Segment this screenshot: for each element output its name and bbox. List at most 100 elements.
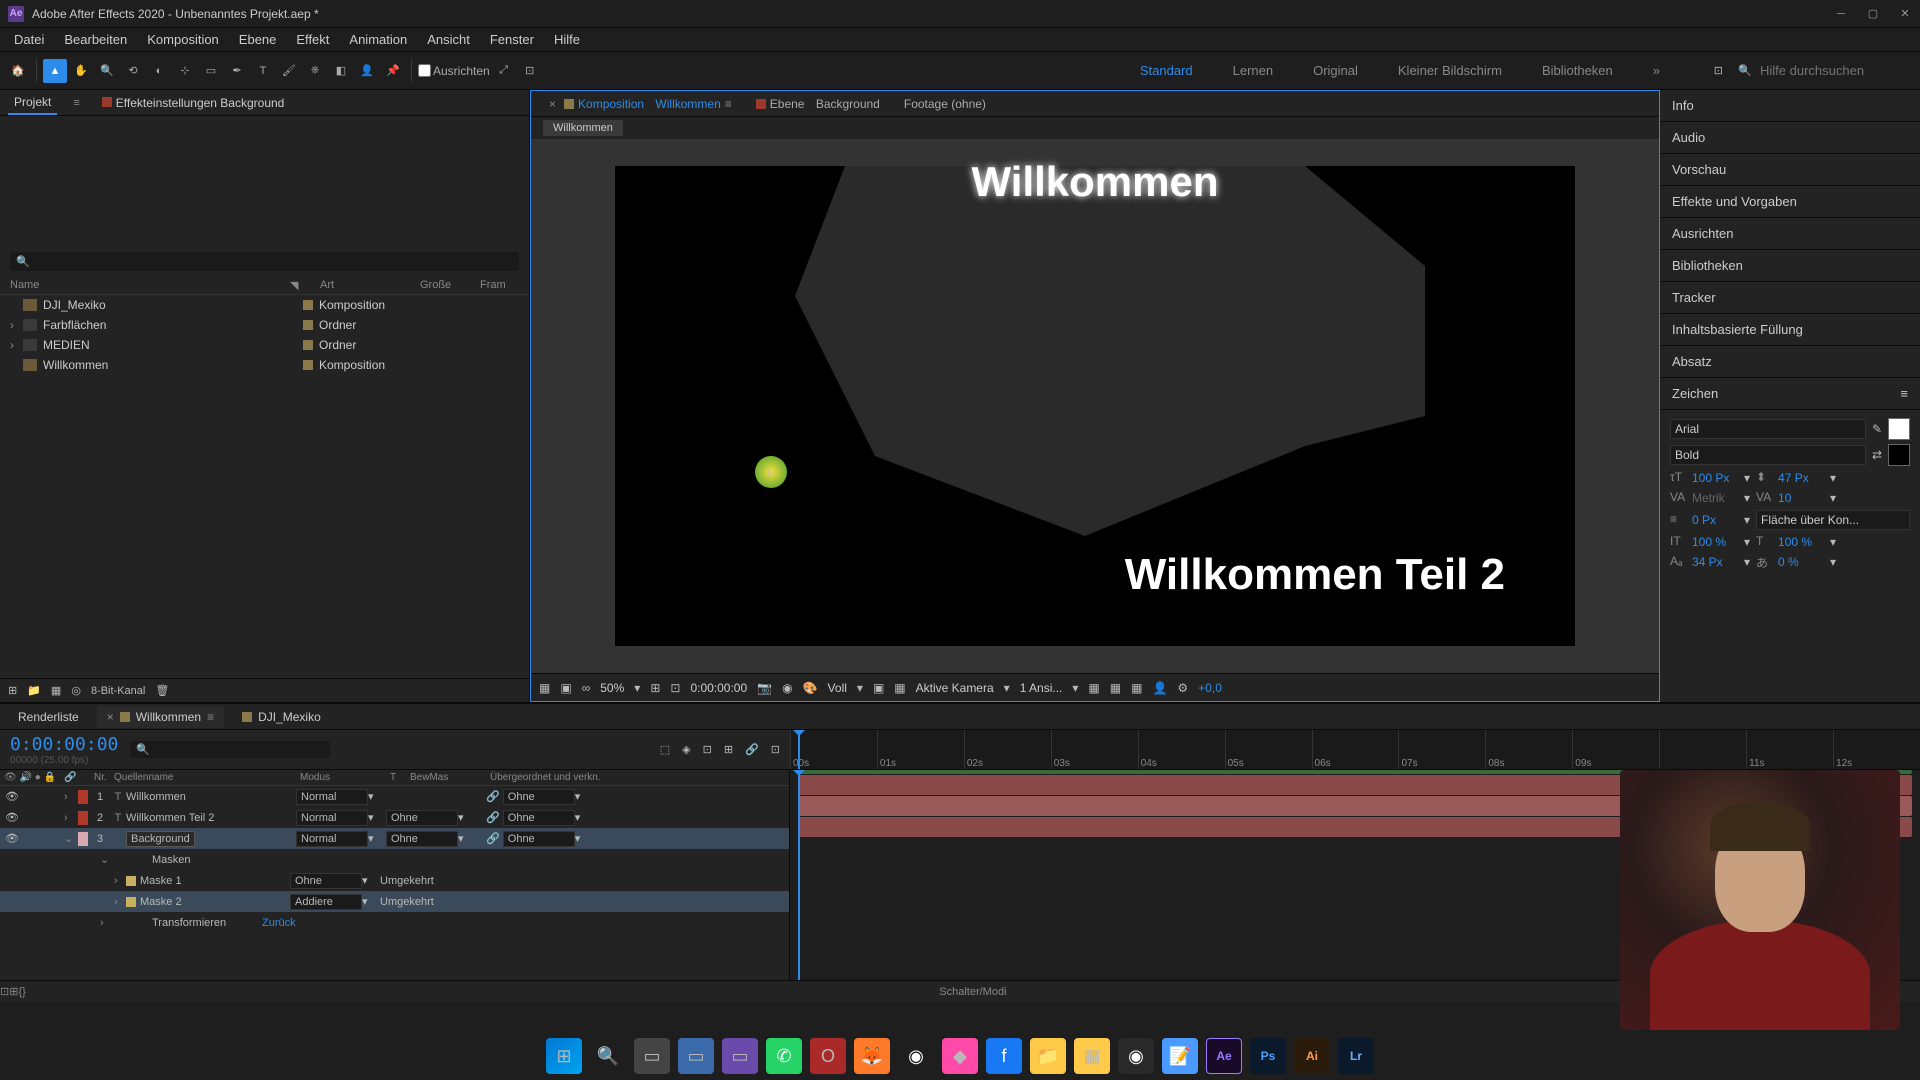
align-checkbox[interactable] bbox=[418, 64, 431, 77]
panel-ausrichten[interactable]: Ausrichten bbox=[1660, 218, 1920, 250]
parent-dropdown[interactable]: Ohne bbox=[503, 789, 575, 805]
lightroom-icon[interactable]: Lr bbox=[1338, 1038, 1374, 1074]
workspace-standard[interactable]: Standard bbox=[1140, 63, 1193, 78]
col-art[interactable]: Art bbox=[320, 279, 420, 292]
playhead[interactable] bbox=[798, 730, 800, 769]
col-size[interactable]: Große bbox=[420, 279, 480, 292]
trkmat-dropdown[interactable]: Ohne bbox=[386, 810, 458, 826]
playhead-line[interactable] bbox=[798, 770, 800, 980]
tl-f2[interactable]: ⊞ bbox=[9, 985, 18, 998]
snap-icon[interactable]: ⤢ bbox=[492, 59, 516, 83]
home-tool[interactable]: 🏠 bbox=[6, 59, 30, 83]
zoom-tool[interactable]: 🔍 bbox=[95, 59, 119, 83]
workspace-more[interactable]: » bbox=[1653, 63, 1660, 78]
taskbar-search-icon[interactable]: 🔍 bbox=[590, 1038, 626, 1074]
blend-mode-dropdown[interactable]: Normal bbox=[296, 789, 368, 805]
camera-dropdown[interactable]: Aktive Kamera bbox=[916, 681, 994, 695]
tl-tool4[interactable]: ⊞ bbox=[724, 743, 733, 756]
kerning-dropdown[interactable]: Metrik bbox=[1692, 491, 1738, 505]
panel-audio[interactable]: Audio bbox=[1660, 122, 1920, 154]
alpha-icon[interactable]: ▦ bbox=[539, 681, 550, 695]
aftereffects-icon[interactable]: Ae bbox=[1206, 1038, 1242, 1074]
panel-effekte[interactable]: Effekte und Vorgaben bbox=[1660, 186, 1920, 218]
color-icon[interactable]: 🎨 bbox=[803, 681, 818, 695]
blend-mode-dropdown[interactable]: Normal bbox=[296, 810, 368, 826]
hscale-input[interactable]: 100 % bbox=[1778, 535, 1824, 549]
timeline-search[interactable]: 🔍 bbox=[130, 741, 330, 758]
fill-color[interactable] bbox=[1888, 418, 1910, 440]
app3-icon[interactable]: ▦ bbox=[1074, 1038, 1110, 1074]
col-label[interactable]: ◥ bbox=[290, 279, 320, 292]
snapshot-icon[interactable]: 📷 bbox=[757, 681, 772, 695]
notes-icon[interactable]: 📝 bbox=[1162, 1038, 1198, 1074]
stroke-color[interactable] bbox=[1888, 444, 1910, 466]
tab-effekteinstellungen[interactable]: Effekteinstellungen Background bbox=[96, 92, 291, 114]
tl-tool3[interactable]: ⊡ bbox=[703, 743, 712, 756]
transform-group[interactable]: › Transformieren Zurück bbox=[0, 912, 789, 933]
leading-input[interactable]: 47 Px bbox=[1778, 471, 1824, 485]
trkmat-dropdown[interactable]: Ohne bbox=[386, 831, 458, 847]
hand-tool[interactable]: ✋ bbox=[69, 59, 93, 83]
resolution-dropdown[interactable]: Voll bbox=[828, 681, 847, 695]
maximize-button[interactable]: ▢ bbox=[1866, 7, 1880, 21]
roto-tool[interactable]: 👤 bbox=[355, 59, 379, 83]
menu-ebene[interactable]: Ebene bbox=[229, 32, 287, 47]
new-comp-icon[interactable]: ▦ bbox=[51, 684, 61, 697]
workspace-bibliotheken[interactable]: Bibliotheken bbox=[1542, 63, 1613, 78]
view1-icon[interactable]: ▦ bbox=[1088, 681, 1099, 695]
view2-icon[interactable]: ▦ bbox=[1110, 681, 1121, 695]
col-name[interactable]: Name bbox=[10, 279, 290, 292]
menu-bearbeiten[interactable]: Bearbeiten bbox=[54, 32, 137, 47]
help-search-input[interactable] bbox=[1760, 63, 1910, 78]
anchor-tool[interactable]: ⊹ bbox=[173, 59, 197, 83]
visibility-toggle[interactable]: 👁 bbox=[4, 832, 20, 845]
tab-komposition[interactable]: × Komposition Willkommen ≡ bbox=[539, 93, 742, 115]
tl-tool6[interactable]: ⊡ bbox=[771, 743, 780, 756]
grid-icon[interactable]: ⊞ bbox=[650, 681, 660, 695]
trash-icon[interactable]: 🗑 bbox=[155, 684, 169, 697]
parent-dropdown[interactable]: Ohne bbox=[503, 810, 575, 826]
tracking-input[interactable]: 10 bbox=[1778, 491, 1824, 505]
messenger-icon[interactable]: ◆ bbox=[942, 1038, 978, 1074]
orbit-tool[interactable]: ⟲ bbox=[121, 59, 145, 83]
mask-mode-dropdown[interactable]: Ohne bbox=[290, 873, 362, 889]
panel-info[interactable]: Info bbox=[1660, 90, 1920, 122]
view3-icon[interactable]: ▦ bbox=[1131, 681, 1142, 695]
panel-tracker[interactable]: Tracker bbox=[1660, 282, 1920, 314]
brush-tool[interactable]: 🖌 bbox=[277, 59, 301, 83]
menu-animation[interactable]: Animation bbox=[339, 32, 417, 47]
font-weight-dropdown[interactable]: Bold bbox=[1670, 445, 1866, 465]
project-search-input[interactable]: 🔍 bbox=[10, 252, 519, 271]
panel-absatz[interactable]: Absatz bbox=[1660, 346, 1920, 378]
blend-mode-dropdown[interactable]: Normal bbox=[296, 831, 368, 847]
panel-zeichen[interactable]: Zeichen bbox=[1672, 386, 1718, 401]
app-icon[interactable]: ▭ bbox=[722, 1038, 758, 1074]
tl-tool2[interactable]: ◈ bbox=[682, 743, 690, 756]
obs-icon[interactable]: ◉ bbox=[1118, 1038, 1154, 1074]
transparency-icon[interactable]: ▦ bbox=[894, 681, 905, 695]
composition-viewer[interactable]: Willkommen Willkommen Teil 2 ▹ bbox=[531, 139, 1659, 673]
view4-icon[interactable]: 👤 bbox=[1152, 681, 1167, 695]
start-button[interactable]: ⊞ bbox=[546, 1038, 582, 1074]
visibility-toggle[interactable]: 👁 bbox=[4, 811, 20, 824]
reset-link[interactable]: Zurück bbox=[262, 917, 296, 929]
tl-tool5[interactable]: 🔗 bbox=[745, 743, 759, 756]
panel-menu-icon[interactable]: ≡ bbox=[1900, 386, 1908, 401]
vscale-input[interactable]: 100 % bbox=[1692, 535, 1738, 549]
tab-renderliste[interactable]: Renderliste bbox=[8, 706, 89, 728]
tl-tool1[interactable]: ⬚ bbox=[660, 743, 670, 756]
parent-dropdown[interactable]: Ohne bbox=[503, 831, 575, 847]
roi-icon[interactable]: ⊡ bbox=[670, 681, 680, 695]
layer-row[interactable]: 👁 ⌄3 Background Normal▾ Ohne▾ 🔗 Ohne▾ bbox=[0, 828, 789, 849]
folder-icon[interactable]: 📁 bbox=[27, 684, 41, 697]
breadcrumb[interactable]: Willkommen bbox=[543, 120, 623, 136]
menu-fenster[interactable]: Fenster bbox=[480, 32, 544, 47]
time-ruler[interactable]: 00s 01s 02s 03s 04s 05s 06s 07s 08s 09s … bbox=[790, 730, 1920, 769]
tab-timeline-dji[interactable]: DJI_Mexiko bbox=[232, 706, 331, 728]
visibility-toggle[interactable]: 👁 bbox=[4, 790, 20, 803]
mask-row[interactable]: › Maske 1 Ohne▾ Umgekehrt bbox=[0, 870, 789, 891]
masks-group[interactable]: ⌄ Masken bbox=[0, 849, 789, 870]
mask-mode-dropdown[interactable]: Addiere bbox=[290, 894, 362, 910]
tab-projekt[interactable]: Projekt bbox=[8, 91, 57, 115]
tab-footage[interactable]: Footage (ohne) bbox=[894, 93, 996, 115]
